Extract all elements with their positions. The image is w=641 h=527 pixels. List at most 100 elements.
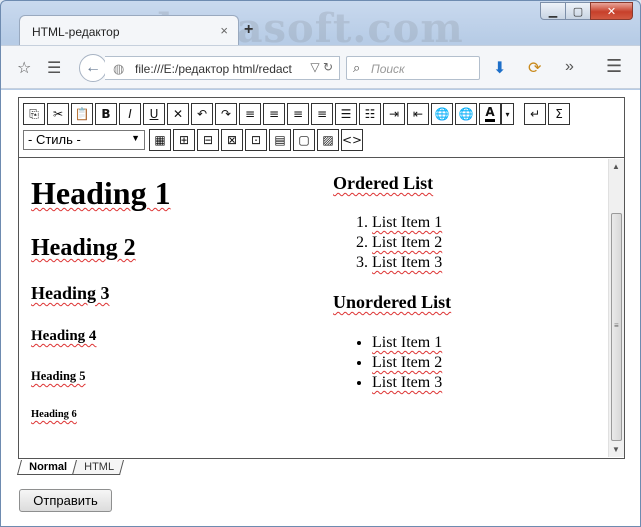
align-center-button[interactable]: ≡ (263, 103, 285, 125)
text-color-icon: ▾ (505, 109, 510, 119)
style-select[interactable]: - Стиль - ▼ (23, 130, 145, 150)
source-code-button[interactable]: <> (341, 129, 363, 151)
outdent-icon: ⇤ (412, 107, 424, 121)
delete-column-button[interactable]: ⊡ (245, 129, 267, 151)
paste-button[interactable]: 📋 (71, 103, 93, 125)
undo-button[interactable]: ↶ (191, 103, 213, 125)
search-input[interactable]: ⌕ Поиск (346, 56, 480, 80)
insert-column-button[interactable]: ⊟ (197, 129, 219, 151)
back-button[interactable]: ← (79, 54, 107, 82)
new-tab-button[interactable]: + (244, 21, 253, 39)
toolbar-row-1: ⎘ ✂ 📋 B I U ✕ ↶ ↷ ≡ ≡ ≡ ≡ ☰ ☷ ⇥ ⇤ 🌐 🌐 A ▾ ↵ Σ (23, 103, 572, 125)
copy-button[interactable]: ⎘ (23, 103, 45, 125)
grip-icon: ≡ (614, 321, 619, 330)
redo-icon: ↷ (220, 107, 232, 121)
menu-icon[interactable]: ☰ (606, 56, 622, 77)
scroll-down-icon[interactable]: ▼ (612, 445, 620, 454)
sync-icon[interactable]: ⟳ (528, 58, 541, 78)
remove-format-icon: ✕ (172, 107, 184, 121)
browser-tab[interactable]: HTML-редактор × (19, 15, 239, 45)
tab-html[interactable]: HTML (71, 460, 124, 475)
dropdown-arrow-icon[interactable]: ▽ (310, 60, 319, 74)
download-icon[interactable]: ⬇ (493, 58, 506, 78)
cut-button[interactable]: ✂ (47, 103, 69, 125)
delete-row-icon: ⊠ (226, 133, 238, 147)
line-break-button[interactable]: ↵ (524, 103, 546, 125)
url-bar[interactable]: ◍ file:///E:/редактор html/redact ▽ ↻ (105, 56, 340, 80)
bold-icon: B (101, 107, 111, 121)
list-item-text: List Item 2 (372, 354, 443, 371)
text-color-button[interactable]: A (479, 103, 501, 125)
reading-list-icon[interactable]: ☰ (47, 58, 61, 78)
navigation-bar: ☆ ☰ ← ◍ file:///E:/редактор html/redact … (1, 45, 640, 89)
insert-image-button[interactable]: ▨ (317, 129, 339, 151)
insert-image-icon: ▨ (322, 133, 334, 147)
tab-close-icon[interactable]: × (220, 23, 228, 38)
scroll-thumb[interactable]: ≡ (611, 213, 622, 441)
minimize-button[interactable]: ▁ (540, 2, 566, 20)
list-item: List Item 2 (372, 353, 442, 373)
insert-link-button[interactable]: 🌐 (431, 103, 453, 125)
chevron-down-icon: ▼ (131, 133, 140, 143)
search-placeholder: Поиск (371, 62, 405, 76)
editor-toolbar: ⎘ ✂ 📋 B I U ✕ ↶ ↷ ≡ ≡ ≡ ≡ ☰ ☷ ⇥ ⇤ 🌐 🌐 A ▾ ↵ Σ - Стиль - ▼ ▦ ⊞ ⊟ ⊠… (19, 98, 624, 158)
align-left-button[interactable]: ≡ (239, 103, 261, 125)
text-color-dropdown[interactable]: ▾ (501, 103, 514, 125)
align-right-button[interactable]: ≡ (287, 103, 309, 125)
bold-button[interactable]: B (95, 103, 117, 125)
heading-3: Heading 3 (31, 283, 110, 303)
url-text: file:///E:/редактор html/redact (135, 62, 292, 76)
special-chars-button[interactable]: Σ (548, 103, 570, 125)
tab-normal[interactable]: Normal (16, 460, 77, 475)
minimize-icon: ▁ (548, 5, 558, 18)
undo-icon: ↶ (196, 107, 208, 121)
align-justify-button[interactable]: ≡ (311, 103, 333, 125)
underline-button[interactable]: U (143, 103, 165, 125)
list-item-text: List Item 3 (372, 374, 443, 391)
insert-form-icon: ▤ (274, 133, 286, 147)
list-item-text: List Item 1 (372, 214, 443, 231)
heading-5: Heading 5 (31, 369, 86, 383)
submit-button[interactable]: Отправить (19, 489, 112, 512)
insert-table-button[interactable]: ▦ (149, 129, 171, 151)
close-icon: ✕ (606, 5, 617, 18)
redo-button[interactable]: ↷ (215, 103, 237, 125)
unordered-list-title: Unordered List (333, 292, 452, 312)
unordered-list-icon: ☰ (340, 107, 352, 121)
toolbar-row-2: - Стиль - ▼ ▦ ⊞ ⊟ ⊠ ⊡ ▤ ▢ ▨ <> (23, 129, 365, 151)
close-window-button[interactable]: ✕ (590, 2, 633, 20)
underline-icon: U (149, 107, 159, 121)
copy-icon: ⎘ (29, 106, 39, 121)
back-arrow-icon: ← (85, 59, 101, 76)
align-left-icon: ≡ (244, 107, 256, 121)
remove-format-button[interactable]: ✕ (167, 103, 189, 125)
outdent-button[interactable]: ⇤ (407, 103, 429, 125)
remove-link-icon: 🌐 (458, 107, 474, 121)
window-controls: ▁ ▢ ✕ (540, 2, 633, 20)
list-item: List Item 3 (372, 253, 442, 273)
list-item: List Item 1 (372, 213, 442, 233)
italic-button[interactable]: I (119, 103, 141, 125)
overflow-chevron-icon[interactable]: » (565, 58, 574, 76)
scroll-up-icon[interactable]: ▲ (612, 162, 620, 171)
unordered-list-button[interactable]: ☰ (335, 103, 357, 125)
tab-title: HTML-редактор (32, 25, 120, 39)
reload-icon[interactable]: ↻ (323, 60, 333, 74)
ordered-list-button[interactable]: ☷ (359, 103, 381, 125)
remove-link-button[interactable]: 🌐 (455, 103, 477, 125)
browser-window: sharasoft.com ▁ ▢ ✕ HTML-редактор × + ☆ … (0, 0, 641, 527)
globe-icon: ◍ (113, 61, 125, 76)
maximize-button[interactable]: ▢ (565, 2, 591, 20)
vertical-scrollbar[interactable]: ▲ ≡ ▼ (608, 159, 624, 457)
insert-box-button[interactable]: ▢ (293, 129, 315, 151)
style-select-value: - Стиль - (28, 132, 81, 147)
special-chars-icon: Σ (555, 107, 563, 121)
bookmark-star-icon[interactable]: ☆ (17, 58, 31, 78)
insert-form-button[interactable]: ▤ (269, 129, 291, 151)
indent-button[interactable]: ⇥ (383, 103, 405, 125)
editor-document[interactable]: Heading 1 Heading 2 Heading 3 Heading 4 … (19, 159, 607, 457)
list-item-text: List Item 3 (372, 254, 443, 271)
list-item-text: List Item 1 (372, 334, 443, 351)
delete-row-button[interactable]: ⊠ (221, 129, 243, 151)
insert-row-button[interactable]: ⊞ (173, 129, 195, 151)
